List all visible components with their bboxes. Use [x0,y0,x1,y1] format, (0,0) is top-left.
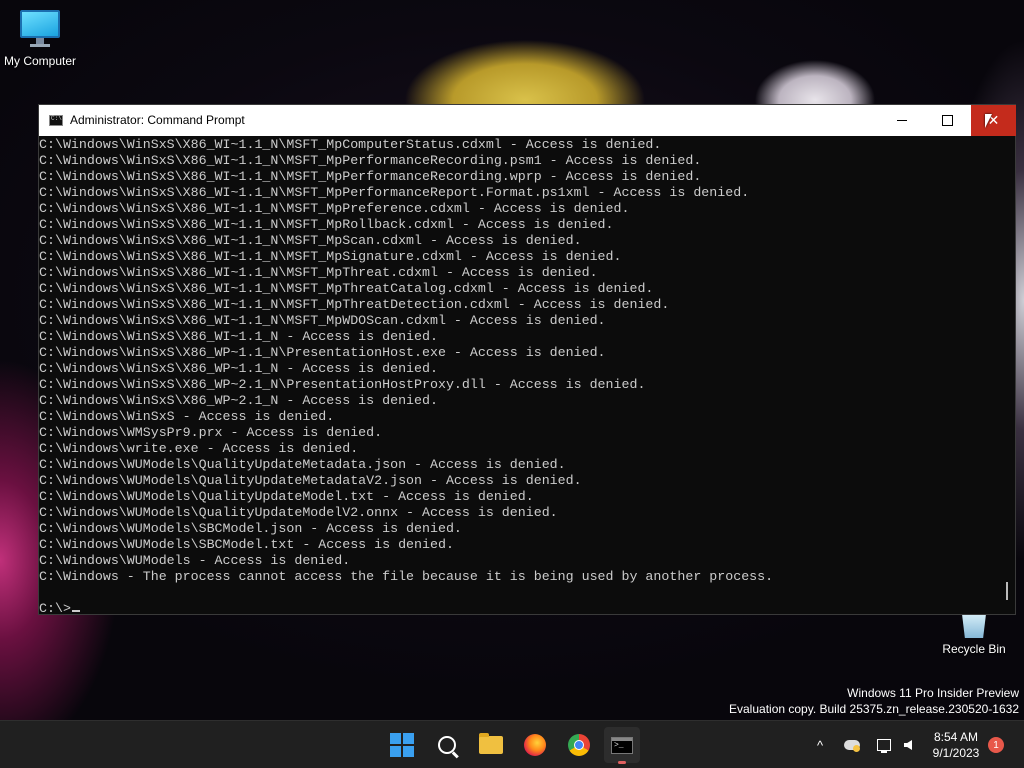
minimize-icon [896,120,907,121]
console-line: C:\Windows\WinSxS\X86_WI~1.1_N\MSFT_MpRo… [39,217,614,232]
desktop-icon-my-computer[interactable]: My Computer [0,10,80,68]
console-line: C:\Windows\WinSxS\X86_WI~1.1_N\MSFT_MpPe… [39,169,702,184]
vertical-scrollbar[interactable] [1001,136,1015,614]
terminal-icon [611,736,633,754]
console-line: C:\Windows - The process cannot access t… [39,569,774,584]
tray-volume[interactable] [898,721,918,768]
tray-network[interactable] [874,721,894,768]
console-line: C:\Windows\WUModels - Access is denied. [39,553,351,568]
clock-time: 8:54 AM [933,730,979,744]
console-line: C:\Windows\WinSxS\X86_WP~2.1_N\Presentat… [39,377,646,392]
console-line: C:\Windows\WinSxS\X86_WI~1.1_N\MSFT_MpSi… [39,249,622,264]
volume-icon [904,740,912,750]
console-line: C:\Windows\WinSxS\X86_WI~1.1_N\MSFT_MpPr… [39,201,630,216]
console-line: C:\Windows\WUModels\QualityUpdateMetadat… [39,457,566,472]
console-line: C:\Windows\WinSxS\X86_WI~1.1_N\MSFT_MpTh… [39,297,670,312]
watermark-build: Evaluation copy. Build 25375.zn_release.… [729,702,1019,716]
console-line: C:\Windows\WinSxS\X86_WI~1.1_N\MSFT_MpCo… [39,137,662,152]
taskbar-chrome[interactable] [561,727,597,763]
console-line: C:\Windows\WinSxS - Access is denied. [39,409,335,424]
desktop-icon-label: Recycle Bin [942,642,1006,656]
taskbar-file-explorer[interactable] [473,727,509,763]
notification-badge[interactable]: 1 [988,737,1004,753]
window-titlebar[interactable]: Administrator: Command Prompt ✕ [39,105,1016,136]
console-line: C:\Windows\WUModels\QualityUpdateModel.t… [39,489,534,504]
window-title: Administrator: Command Prompt [70,113,245,127]
console-line: C:\Windows\WinSxS\X86_WP~2.1_N - Access … [39,393,438,408]
taskbar: ^ 8:54 AM 9/1/2023 1 [0,720,1024,768]
onedrive-warning-icon [844,740,860,752]
search-icon [438,736,456,754]
console-line: C:\Windows\WinSxS\X86_WI~1.1_N\MSFT_MpPe… [39,153,702,168]
firefox-icon [524,734,546,756]
console-line: C:\Windows\WUModels\SBCModel.json - Acce… [39,521,462,536]
search-button[interactable] [429,727,465,763]
windows-watermark: Windows 11 Pro Insider Preview Evaluatio… [729,685,1019,717]
console-line: C:\Windows\WinSxS\X86_WI~1.1_N\MSFT_MpPe… [39,185,750,200]
computer-icon [18,10,62,50]
console-output[interactable]: C:\Windows\WinSxS\X86_WI~1.1_N\MSFT_MpCo… [39,136,1001,615]
console-line: C:\Windows\WinSxS\X86_WI~1.1_N\MSFT_MpTh… [39,281,654,296]
desktop-icon-label: My Computer [3,54,77,68]
active-app-indicator [618,761,626,764]
command-prompt-window[interactable]: Administrator: Command Prompt ✕ C:\Windo… [38,104,1016,615]
text-cursor [71,610,80,612]
console-prompt-line: C:\> [39,601,1001,615]
console-line: C:\Windows\WMSysPr9.prx - Access is deni… [39,425,383,440]
start-button[interactable] [384,727,420,763]
folder-icon [479,733,503,754]
maximize-icon [942,115,953,126]
console-line: C:\Windows\WinSxS\X86_WI~1.1_N\MSFT_MpSc… [39,233,582,248]
maximize-button[interactable] [925,105,970,136]
chrome-icon [568,734,590,756]
recycle-bin-icon [959,612,989,638]
tray-onedrive[interactable] [842,721,862,768]
chevron-up-icon: ^ [816,737,824,753]
command-prompt-icon [49,115,63,126]
console-line: C:\Windows\WinSxS\X86_WP~1.1_N\Presentat… [39,345,606,360]
console-line: C:\Windows\WinSxS\X86_WI~1.1_N - Access … [39,329,438,344]
taskbar-firefox[interactable] [517,727,553,763]
tray-clock[interactable]: 8:54 AM 9/1/2023 [928,729,984,761]
console-line: C:\Windows\WUModels\SBCModel.txt - Acces… [39,537,454,552]
clock-date: 9/1/2023 [932,746,980,760]
show-hidden-icons-button[interactable]: ^ [811,721,829,768]
minimize-button[interactable] [879,105,924,136]
console-line: C:\Windows\WinSxS\X86_WP~1.1_N - Access … [39,361,438,376]
console-line: C:\Windows\write.exe - Access is denied. [39,441,359,456]
close-button[interactable]: ✕ [971,105,1016,136]
console-line: C:\Windows\WUModels\QualityUpdateMetadat… [39,473,582,488]
console-line: C:\Windows\WinSxS\X86_WI~1.1_N\MSFT_MpTh… [39,265,598,280]
scrollbar-thumb[interactable] [1006,582,1008,600]
watermark-edition: Windows 11 Pro Insider Preview [847,686,1019,700]
desktop-icon-recycle-bin[interactable]: Recycle Bin [934,612,1014,656]
taskbar-command-prompt[interactable] [604,727,640,764]
windows-logo-icon [390,733,414,757]
console-line: C:\Windows\WinSxS\X86_WI~1.1_N\MSFT_MpWD… [39,313,606,328]
console-line: C:\Windows\WUModels\QualityUpdateModelV2… [39,505,558,520]
mouse-pointer-icon [985,114,992,128]
network-icon [877,739,891,753]
